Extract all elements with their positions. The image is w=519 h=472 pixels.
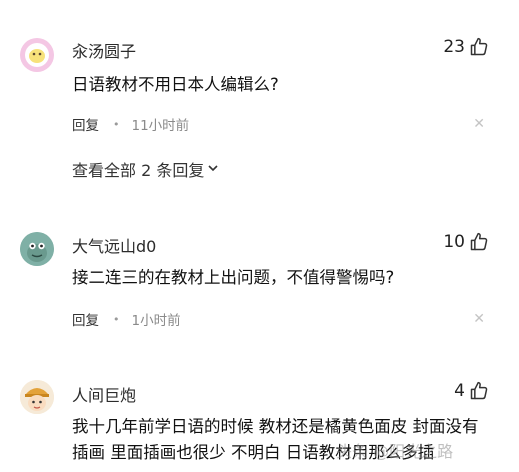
separator-dot: •	[113, 117, 120, 131]
comment-meta: 回复 • 1小时前	[72, 309, 181, 330]
username[interactable]: 人间巨炮	[72, 382, 136, 406]
view-replies-link[interactable]: 查看全部 2 条回复	[72, 157, 220, 181]
watermark: 头条 @阳光之路	[336, 442, 454, 461]
timestamp: 1小时前	[131, 313, 181, 329]
avatar[interactable]	[20, 38, 54, 72]
comment-list: 汆汤圆子 23 日语教材不用日本人编辑么? 回复 • 11小时前 ✕ 查看全部 …	[0, 0, 519, 472]
reply-button[interactable]: 回复	[72, 309, 99, 329]
like-count: 4	[454, 381, 465, 401]
avatar-image	[20, 380, 54, 414]
comment-text: 日语教材不用日本人编辑么?	[72, 75, 279, 94]
thumbs-up-icon	[469, 232, 489, 252]
avatar[interactable]	[20, 380, 54, 414]
comment-text: 接二连三的在教材上出问题，不值得警惕吗?	[72, 268, 395, 287]
like-button[interactable]: 10	[443, 232, 489, 252]
avatar-image	[20, 38, 54, 72]
thumbs-up-icon	[469, 37, 489, 57]
chevron-down-icon	[206, 160, 220, 179]
like-button[interactable]: 4	[454, 381, 489, 401]
separator-dot: •	[113, 312, 120, 326]
thumbs-up-icon	[469, 381, 489, 401]
close-icon[interactable]: ✕	[473, 311, 485, 327]
avatar[interactable]	[20, 232, 54, 266]
close-icon[interactable]: ✕	[473, 116, 485, 132]
comment-meta: 回复 • 11小时前	[72, 114, 190, 135]
view-replies-label: 查看全部 2 条回复	[72, 161, 205, 180]
like-button[interactable]: 23	[443, 37, 489, 57]
timestamp: 11小时前	[131, 118, 190, 134]
like-count: 10	[443, 232, 465, 252]
like-count: 23	[443, 37, 465, 57]
username[interactable]: 汆汤圆子	[72, 38, 136, 62]
username[interactable]: 大气远山d0	[72, 233, 156, 257]
reply-button[interactable]: 回复	[72, 114, 99, 134]
avatar-image	[20, 232, 54, 266]
